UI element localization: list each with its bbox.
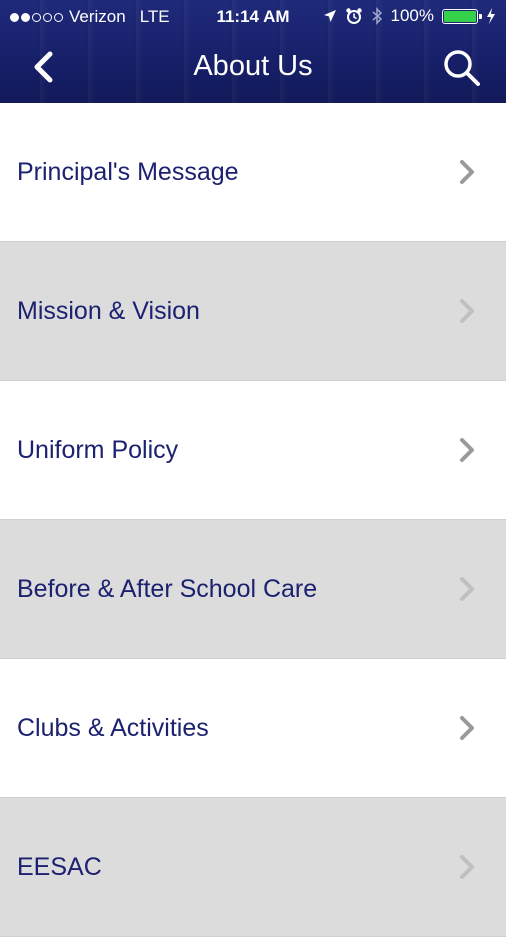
chevron-right-icon [460,299,474,323]
menu-item-clubs-activities[interactable]: Clubs & Activities [0,659,506,798]
menu-item-label: EESAC [17,852,102,881]
menu-item-eesac[interactable]: EESAC [0,798,506,937]
search-button[interactable] [440,46,484,90]
menu-item-principals-message[interactable]: Principal's Message [0,103,506,242]
menu-item-label: Uniform Policy [17,435,179,464]
battery-icon [442,8,482,24]
chevron-right-icon [460,438,474,462]
app-header: Verizon LTE 11:14 AM 100% About Us [0,0,506,103]
chevron-right-icon [460,855,474,879]
menu-item-mission-vision[interactable]: Mission & Vision [0,242,506,381]
chevron-right-icon [460,716,474,740]
menu-list: Principal's Message Mission & Vision Uni… [0,103,506,937]
menu-item-label: Clubs & Activities [17,713,209,742]
menu-item-label: Principal's Message [17,157,239,186]
menu-item-label: Before & After School Care [17,574,318,603]
chevron-right-icon [460,577,474,601]
bluetooth-icon [371,7,382,25]
battery-fill [444,10,476,22]
menu-item-before-after-school-care[interactable]: Before & After School Care [0,520,506,659]
navigation-bar: About Us [0,34,506,103]
status-bar: Verizon LTE 11:14 AM 100% [0,0,506,34]
chevron-right-icon [460,160,474,184]
page-title: About Us [193,50,313,82]
search-icon [444,50,480,86]
charging-bolt-icon [487,8,495,24]
battery-percent: 100% [390,6,434,25]
menu-item-uniform-policy[interactable]: Uniform Policy [0,381,506,520]
alarm-clock-icon [345,8,362,24]
location-arrow-icon [323,10,336,22]
menu-item-label: Mission & Vision [17,296,200,325]
status-right: 100% [323,6,496,26]
